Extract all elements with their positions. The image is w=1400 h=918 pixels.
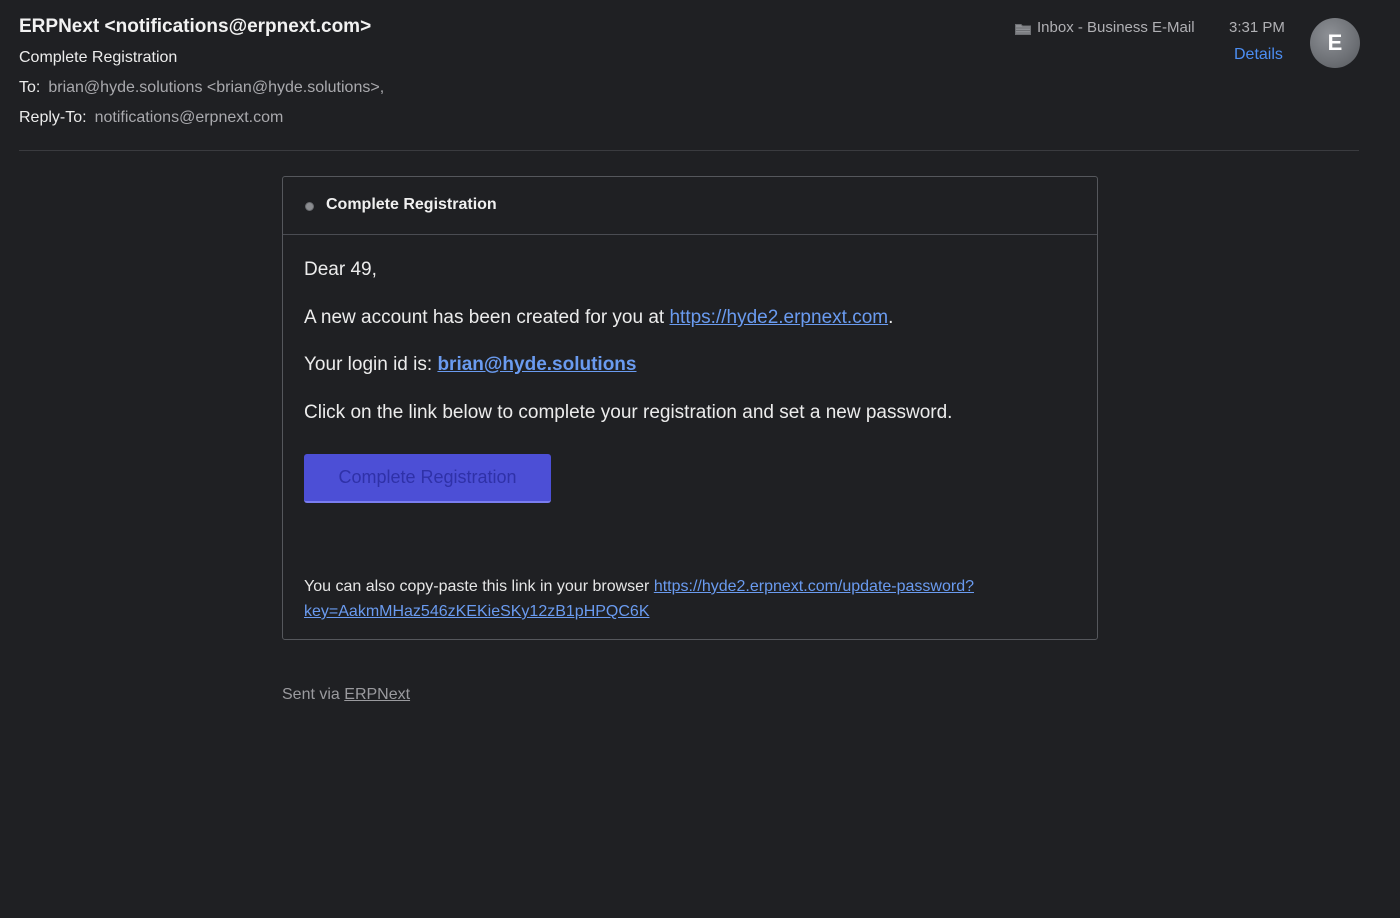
header-divider [19,150,1359,151]
sender-name: ERPNext <notifications@erpnext.com> [19,16,372,37]
account-created-suffix: . [888,307,894,328]
email-card: Complete Registration Dear 49, A new acc… [282,176,1098,640]
sent-via-prefix: Sent via [282,686,345,703]
mailbox-label: Inbox - Business E-Mail [1037,19,1195,36]
to-label: To: [19,79,41,96]
reply-to-row: Reply-To: notifications@erpnext.com [19,109,283,127]
email-subject: Complete Registration [19,49,178,66]
card-title: Complete Registration [326,196,497,213]
to-value[interactable]: brian@hyde.solutions <brian@hyde.solutio… [48,79,384,97]
card-header: Complete Registration [283,177,1097,235]
erpnext-link[interactable]: ERPNext [344,686,410,703]
login-id-prefix: Your login id is: [304,354,438,375]
complete-registration-label: Complete Registration [338,467,517,487]
status-dot-icon [305,202,314,211]
instruction-text: Click on the link below to complete your… [304,402,953,423]
copy-link-text: You can also copy-paste this link in you… [304,574,1064,624]
copy-link-prefix: You can also copy-paste this link in you… [304,578,654,595]
avatar[interactable]: E [1310,18,1360,68]
complete-registration-button[interactable]: Complete Registration [304,454,551,503]
account-created-prefix: A new account has been created for you a… [304,307,670,328]
login-id-text: Your login id is: brian@hyde.solutions [304,354,636,376]
login-id-link[interactable]: brian@hyde.solutions [437,354,636,375]
site-link[interactable]: https://hyde2.erpnext.com [669,307,888,328]
reply-to-value[interactable]: notifications@erpnext.com [95,109,284,127]
to-row: To: brian@hyde.solutions <brian@hyde.solu… [19,79,384,97]
sent-via: Sent via ERPNext [282,686,410,704]
greeting: Dear 49, [304,259,377,280]
mailbox-location: Inbox - Business E-Mail [1015,19,1195,36]
details-link[interactable]: Details [1234,46,1283,64]
reply-to-label: Reply-To: [19,109,87,126]
folder-icon [1015,22,1031,35]
avatar-initial: E [1327,30,1343,55]
received-time: 3:31 PM [1229,19,1285,36]
account-created-text: A new account has been created for you a… [304,307,893,329]
email-header: ERPNext <notifications@erpnext.com> Comp… [0,0,1400,151]
